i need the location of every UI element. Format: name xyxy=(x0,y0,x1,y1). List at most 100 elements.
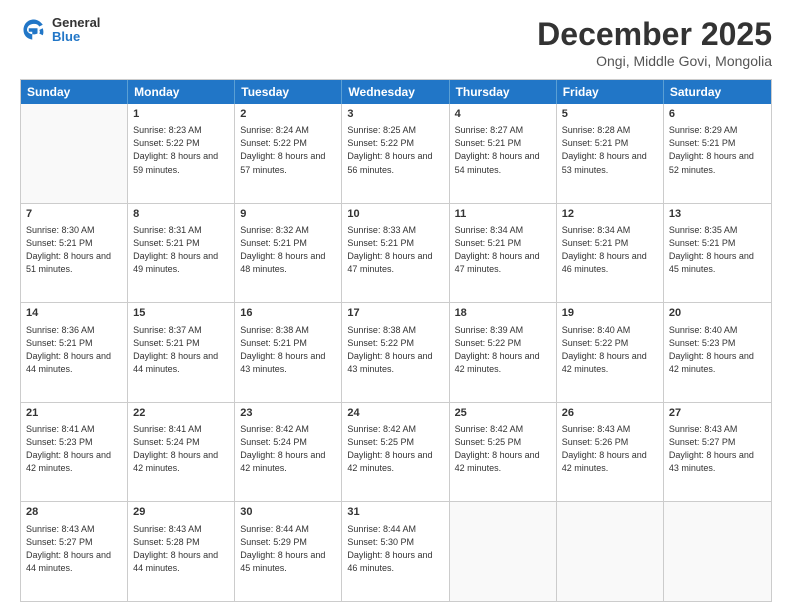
calendar-cell: 7Sunrise: 8:30 AMSunset: 5:21 PMDaylight… xyxy=(21,204,128,303)
logo-blue: Blue xyxy=(52,30,100,44)
day-number: 18 xyxy=(455,306,551,321)
calendar-cell: 31Sunrise: 8:44 AMSunset: 5:30 PMDayligh… xyxy=(342,502,449,601)
header: General Blue December 2025 Ongi, Middle … xyxy=(20,16,772,69)
calendar-header-row: SundayMondayTuesdayWednesdayThursdayFrid… xyxy=(21,80,771,104)
day-number: 23 xyxy=(240,406,336,421)
calendar-cell xyxy=(21,104,128,203)
calendar-week-row: 1Sunrise: 8:23 AMSunset: 5:22 PMDaylight… xyxy=(21,104,771,204)
cell-info: Sunrise: 8:41 AMSunset: 5:23 PMDaylight:… xyxy=(26,423,122,475)
day-number: 25 xyxy=(455,406,551,421)
day-number: 22 xyxy=(133,406,229,421)
logo-general: General xyxy=(52,16,100,30)
calendar-cell: 25 Sunrise: 8:42 AMSunset: 5:25 PMDayligh… xyxy=(450,403,557,502)
cell-info: Sunrise: 8:44 AMSunset: 5:29 PMDaylight:… xyxy=(240,523,336,575)
day-number: 24 xyxy=(347,406,443,421)
cell-info: Sunrise: 8:37 AMSunset: 5:21 PMDaylight:… xyxy=(133,324,229,376)
calendar-day-header: Sunday xyxy=(21,80,128,104)
calendar-cell: 3Sunrise: 8:25 AMSunset: 5:22 PMDaylight… xyxy=(342,104,449,203)
calendar-body: 1Sunrise: 8:23 AMSunset: 5:22 PMDaylight… xyxy=(21,104,771,601)
calendar-cell: 2 Sunrise: 8:24 AMSunset: 5:22 PMDaylight… xyxy=(235,104,342,203)
day-number: 17 xyxy=(347,306,443,321)
day-number: 15 xyxy=(133,306,229,321)
day-number: 4 xyxy=(455,107,551,122)
calendar-cell: 12Sunrise: 8:34 AMSunset: 5:21 PMDayligh… xyxy=(557,204,664,303)
cell-info: Sunrise: 8:42 AMSunset: 5:25 PMDaylight:… xyxy=(455,423,551,475)
logo-text: General Blue xyxy=(52,16,100,45)
calendar-subtitle: Ongi, Middle Govi, Mongolia xyxy=(537,53,772,69)
calendar-cell: 26 Sunrise: 8:43 AMSunset: 5:26 PMDayligh… xyxy=(557,403,664,502)
calendar-cell: 16 Sunrise: 8:38 AMSunset: 5:21 PMDayligh… xyxy=(235,303,342,402)
calendar-day-header: Wednesday xyxy=(342,80,449,104)
cell-info: Sunrise: 8:34 AMSunset: 5:21 PMDaylight:… xyxy=(562,224,658,276)
cell-info: Sunrise: 8:38 AMSunset: 5:22 PMDaylight:… xyxy=(347,324,443,376)
calendar-cell: 29 Sunrise: 8:43 AMSunset: 5:28 PMDayligh… xyxy=(128,502,235,601)
calendar-cell: 13 Sunrise: 8:35 AMSunset: 5:21 PMDayligh… xyxy=(664,204,771,303)
day-number: 29 xyxy=(133,505,229,520)
cell-info: Sunrise: 8:38 AMSunset: 5:21 PMDaylight:… xyxy=(240,324,336,376)
day-number: 16 xyxy=(240,306,336,321)
calendar-week-row: 28 Sunrise: 8:43 AMSunset: 5:27 PMDayligh… xyxy=(21,502,771,601)
cell-info: Sunrise: 8:31 AMSunset: 5:21 PMDaylight:… xyxy=(133,224,229,276)
day-number: 27 xyxy=(669,406,766,421)
day-number: 13 xyxy=(669,207,766,222)
calendar-cell: 21 Sunrise: 8:41 AMSunset: 5:23 PMDayligh… xyxy=(21,403,128,502)
cell-info: Sunrise: 8:34 AMSunset: 5:21 PMDaylight:… xyxy=(455,224,551,276)
calendar-cell: 27 Sunrise: 8:43 AMSunset: 5:27 PMDayligh… xyxy=(664,403,771,502)
day-number: 26 xyxy=(562,406,658,421)
calendar-cell xyxy=(450,502,557,601)
calendar-cell: 30 Sunrise: 8:44 AMSunset: 5:29 PMDayligh… xyxy=(235,502,342,601)
day-number: 14 xyxy=(26,306,122,321)
cell-info: Sunrise: 8:27 AMSunset: 5:21 PMDaylight:… xyxy=(455,124,551,176)
day-number: 28 xyxy=(26,505,122,520)
calendar-cell: 6 Sunrise: 8:29 AMSunset: 5:21 PMDaylight… xyxy=(664,104,771,203)
calendar-cell: 9 Sunrise: 8:32 AMSunset: 5:21 PMDaylight… xyxy=(235,204,342,303)
cell-info: Sunrise: 8:29 AMSunset: 5:21 PMDaylight:… xyxy=(669,124,766,176)
day-number: 3 xyxy=(347,107,443,122)
day-number: 9 xyxy=(240,207,336,222)
calendar-cell: 18 Sunrise: 8:39 AMSunset: 5:22 PMDayligh… xyxy=(450,303,557,402)
cell-info: Sunrise: 8:43 AMSunset: 5:27 PMDaylight:… xyxy=(669,423,766,475)
logo-icon xyxy=(20,16,48,44)
cell-info: Sunrise: 8:35 AMSunset: 5:21 PMDaylight:… xyxy=(669,224,766,276)
cell-info: Sunrise: 8:28 AMSunset: 5:21 PMDaylight:… xyxy=(562,124,658,176)
cell-info: Sunrise: 8:43 AMSunset: 5:26 PMDaylight:… xyxy=(562,423,658,475)
day-number: 11 xyxy=(455,207,551,222)
day-number: 7 xyxy=(26,207,122,222)
calendar-cell: 11 Sunrise: 8:34 AMSunset: 5:21 PMDayligh… xyxy=(450,204,557,303)
calendar-cell: 20Sunrise: 8:40 AMSunset: 5:23 PMDayligh… xyxy=(664,303,771,402)
calendar-day-header: Friday xyxy=(557,80,664,104)
calendar-cell: 5 Sunrise: 8:28 AMSunset: 5:21 PMDaylight… xyxy=(557,104,664,203)
day-number: 21 xyxy=(26,406,122,421)
calendar-cell: 1Sunrise: 8:23 AMSunset: 5:22 PMDaylight… xyxy=(128,104,235,203)
calendar-cell xyxy=(557,502,664,601)
calendar-day-header: Tuesday xyxy=(235,80,342,104)
day-number: 30 xyxy=(240,505,336,520)
cell-info: Sunrise: 8:42 AMSunset: 5:25 PMDaylight:… xyxy=(347,423,443,475)
cell-info: Sunrise: 8:43 AMSunset: 5:27 PMDaylight:… xyxy=(26,523,122,575)
day-number: 8 xyxy=(133,207,229,222)
day-number: 10 xyxy=(347,207,443,222)
day-number: 31 xyxy=(347,505,443,520)
calendar-title: December 2025 xyxy=(537,16,772,53)
day-number: 6 xyxy=(669,107,766,122)
cell-info: Sunrise: 8:39 AMSunset: 5:22 PMDaylight:… xyxy=(455,324,551,376)
calendar-cell: 10 Sunrise: 8:33 AMSunset: 5:21 PMDayligh… xyxy=(342,204,449,303)
cell-info: Sunrise: 8:23 AMSunset: 5:22 PMDaylight:… xyxy=(133,124,229,176)
calendar-cell: 28 Sunrise: 8:43 AMSunset: 5:27 PMDayligh… xyxy=(21,502,128,601)
calendar-cell: 14Sunrise: 8:36 AMSunset: 5:21 PMDayligh… xyxy=(21,303,128,402)
cell-info: Sunrise: 8:33 AMSunset: 5:21 PMDaylight:… xyxy=(347,224,443,276)
calendar-cell: 17 Sunrise: 8:38 AMSunset: 5:22 PMDayligh… xyxy=(342,303,449,402)
calendar-cell: 4 Sunrise: 8:27 AMSunset: 5:21 PMDaylight… xyxy=(450,104,557,203)
day-number: 19 xyxy=(562,306,658,321)
calendar-cell: 23Sunrise: 8:42 AMSunset: 5:24 PMDayligh… xyxy=(235,403,342,502)
calendar-week-row: 7Sunrise: 8:30 AMSunset: 5:21 PMDaylight… xyxy=(21,204,771,304)
cell-info: Sunrise: 8:43 AMSunset: 5:28 PMDaylight:… xyxy=(133,523,229,575)
day-number: 5 xyxy=(562,107,658,122)
cell-info: Sunrise: 8:24 AMSunset: 5:22 PMDaylight:… xyxy=(240,124,336,176)
day-number: 2 xyxy=(240,107,336,122)
cell-info: Sunrise: 8:40 AMSunset: 5:23 PMDaylight:… xyxy=(669,324,766,376)
cell-info: Sunrise: 8:32 AMSunset: 5:21 PMDaylight:… xyxy=(240,224,336,276)
calendar-day-header: Saturday xyxy=(664,80,771,104)
calendar-cell: 15 Sunrise: 8:37 AMSunset: 5:21 PMDayligh… xyxy=(128,303,235,402)
calendar-cell: 24 Sunrise: 8:42 AMSunset: 5:25 PMDayligh… xyxy=(342,403,449,502)
